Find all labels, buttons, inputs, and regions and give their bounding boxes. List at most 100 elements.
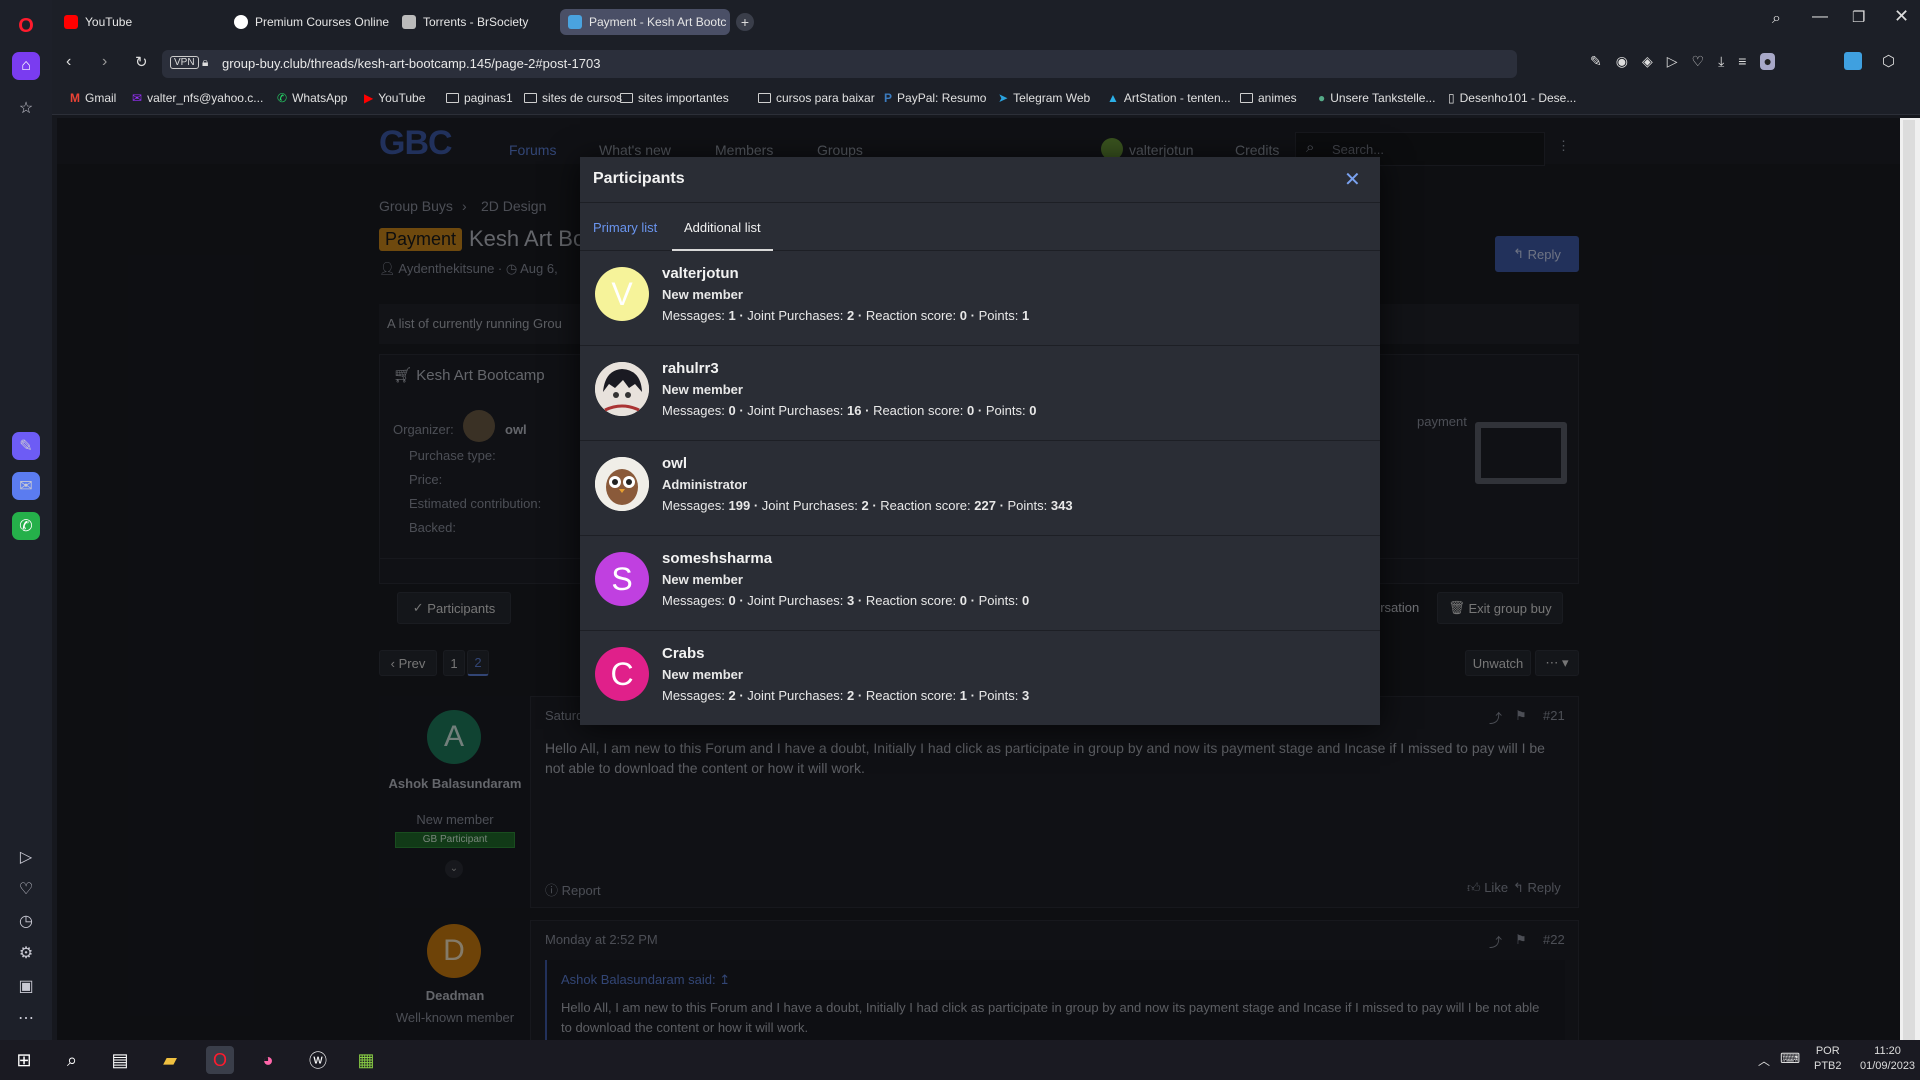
dialog-tabs: Primary list Additional list [580, 203, 1380, 251]
close-icon[interactable]: ✕ [1344, 167, 1361, 192]
heart-icon[interactable]: ♡ [1692, 53, 1705, 70]
back-button[interactable]: ‹ [66, 53, 71, 71]
edit-icon[interactable]: ✎ [1590, 53, 1602, 70]
bookmark-folder[interactable]: animes [1240, 91, 1297, 105]
play-icon[interactable]: ▷ [1667, 53, 1678, 70]
participant-avatar[interactable]: S [595, 552, 649, 606]
bookmark-youtube[interactable]: ▶ YouTube [364, 91, 425, 105]
app-w-icon[interactable]: ⓦ [304, 1046, 332, 1074]
bookmark-whatsapp[interactable]: ✆ WhatsApp [277, 91, 347, 105]
restore-button[interactable]: ❐ [1852, 8, 1865, 26]
search-icon[interactable]: ⌕ [58, 1046, 86, 1074]
bookmark-telegram[interactable]: ➤ Telegram Web [998, 91, 1090, 105]
stat-points: 1 [1021, 308, 1030, 323]
folder-icon [758, 93, 771, 103]
winrar-icon[interactable]: ▦ [352, 1046, 380, 1074]
stat-reaction: 0 [967, 403, 975, 418]
tab-payment-kesh-art[interactable]: Payment - Kesh Art Bootc [560, 9, 730, 35]
app-icon[interactable]: ◕ [254, 1046, 282, 1074]
participant-row[interactable]: V valterjotun New member Messages: 1 · J… [580, 251, 1380, 346]
bookmark-gmail[interactable]: M Gmail [70, 91, 116, 105]
url-box[interactable]: VPN 🔒︎ group-buy.club/threads/kesh-art-b… [162, 50, 1517, 78]
dialog-title: Participants [593, 170, 685, 187]
task-view-icon[interactable]: ▤ [106, 1046, 134, 1074]
close-window-button[interactable]: ✕ [1894, 6, 1909, 27]
stat-label: Reaction score: [865, 593, 957, 608]
opera-icon[interactable]: O [206, 1046, 234, 1074]
lang-code: POR [1815, 1045, 1840, 1057]
language-indicator[interactable]: POR PTB2 [1814, 1044, 1842, 1074]
bookmark-paypal[interactable]: P PayPal: Resumo [884, 91, 986, 105]
tab-torrents[interactable]: Torrents - BrSociety [394, 9, 564, 35]
tab-primary-list[interactable]: Primary list [593, 220, 657, 235]
vpn-badge[interactable]: VPN [170, 56, 199, 69]
more-icon[interactable]: ⋯ [12, 1004, 40, 1032]
bookmark-folder[interactable]: sites importantes [620, 91, 729, 105]
clock[interactable]: 11:20 01/09/2023 [1860, 1044, 1915, 1074]
tray-chevron-icon[interactable]: ︿ [1758, 1052, 1770, 1069]
tab-youtube[interactable]: YouTube [56, 9, 226, 35]
minimize-button[interactable]: — [1812, 8, 1828, 26]
settings-icon[interactable]: ⚙ [12, 939, 40, 967]
bookmark-yahoo[interactable]: ✉ valter_nfs@yahoo.c... [132, 91, 263, 105]
participant-name[interactable]: rahulrr3 [662, 360, 719, 377]
whatsapp-icon[interactable]: ✆ [12, 512, 40, 540]
tab-additional-list[interactable]: Additional list [672, 220, 773, 251]
ai-app-icon[interactable]: ✎ [12, 432, 40, 460]
clock-time: 11:20 [1874, 1045, 1901, 1057]
anime-avatar-icon [595, 362, 649, 416]
favorites-icon[interactable]: ♡ [12, 875, 40, 903]
participant-name[interactable]: Crabs [662, 645, 705, 662]
new-tab-button[interactable]: + [736, 13, 754, 31]
bookmark-tankstelle[interactable]: ● Unsere Tankstelle... [1318, 91, 1435, 105]
participant-name[interactable]: owl [662, 455, 687, 472]
file-explorer-icon[interactable]: ▰ [156, 1046, 184, 1074]
messenger-icon[interactable]: ✉ [12, 472, 40, 500]
bookmark-folder[interactable]: sites de cursos [524, 91, 622, 105]
participant-role: New member [662, 382, 743, 397]
gmail-icon: M [70, 91, 80, 105]
bookmark-artstation[interactable]: ▲ ArtStation - tenten... [1107, 91, 1231, 105]
participant-name[interactable]: someshsharma [662, 550, 772, 567]
extension-icon[interactable]: ▣ [12, 972, 40, 1000]
keyboard-icon[interactable]: ⌨ [1780, 1050, 1800, 1067]
participant-row[interactable]: rahulrr3 New member Messages: 0 · Joint … [580, 346, 1380, 441]
history-icon[interactable]: ◷ [12, 907, 40, 935]
windows-start-icon[interactable]: ⊞ [10, 1046, 38, 1074]
profile-icon[interactable]: ● [1760, 53, 1775, 70]
bookmark-label: Telegram Web [1013, 91, 1091, 105]
bookmark-folder[interactable]: paginas1 [446, 91, 513, 105]
camera-icon[interactable]: ◉ [1616, 53, 1628, 70]
cube-icon[interactable]: ⬡ [1882, 52, 1895, 70]
participant-row[interactable]: C Crabs New member Messages: 2 · Joint P… [580, 631, 1380, 726]
participant-avatar[interactable] [595, 457, 649, 511]
bookmark-label: animes [1258, 91, 1297, 105]
shield-icon[interactable]: ◈ [1642, 53, 1653, 70]
participant-avatar[interactable]: C [595, 647, 649, 701]
folder-icon [1240, 93, 1253, 103]
participant-row[interactable]: owl Administrator Messages: 199 · Joint … [580, 441, 1380, 536]
player-icon[interactable]: ▷ [12, 843, 40, 871]
participant-avatar[interactable]: V [595, 267, 649, 321]
download-icon[interactable]: ⤓ [1718, 53, 1724, 70]
participant-avatar[interactable] [595, 362, 649, 416]
participant-role: New member [662, 287, 743, 302]
opera-logo-icon[interactable]: O [12, 12, 40, 40]
bookmark-label: PayPal: Resumo [897, 91, 987, 105]
scrollbar-thumb[interactable] [1903, 120, 1915, 1040]
extension-icon[interactable] [1844, 52, 1862, 70]
participant-row[interactable]: S someshsharma New member Messages: 0 · … [580, 536, 1380, 631]
forward-button[interactable]: › [102, 53, 107, 71]
pinboard-icon[interactable]: ☆ [12, 94, 40, 122]
url-text[interactable]: group-buy.club/threads/kesh-art-bootcamp… [222, 56, 600, 71]
bookmark-desenho[interactable]: ▯ Desenho101 - Dese... [1448, 91, 1576, 105]
search-tabs-icon[interactable]: ⌕ [1772, 10, 1781, 28]
bookmark-label: cursos para baixar [776, 91, 875, 105]
reload-button[interactable]: ↻ [135, 53, 148, 71]
participant-name[interactable]: valterjotun [662, 265, 739, 282]
home-icon[interactable]: ⌂ [12, 52, 40, 80]
stat-label: Joint Purchases: [761, 498, 858, 513]
easy-setup-icon[interactable]: ≡ [1738, 53, 1746, 70]
bookmark-folder[interactable]: cursos para baixar [758, 91, 875, 105]
bookmark-label: paginas1 [464, 91, 513, 105]
